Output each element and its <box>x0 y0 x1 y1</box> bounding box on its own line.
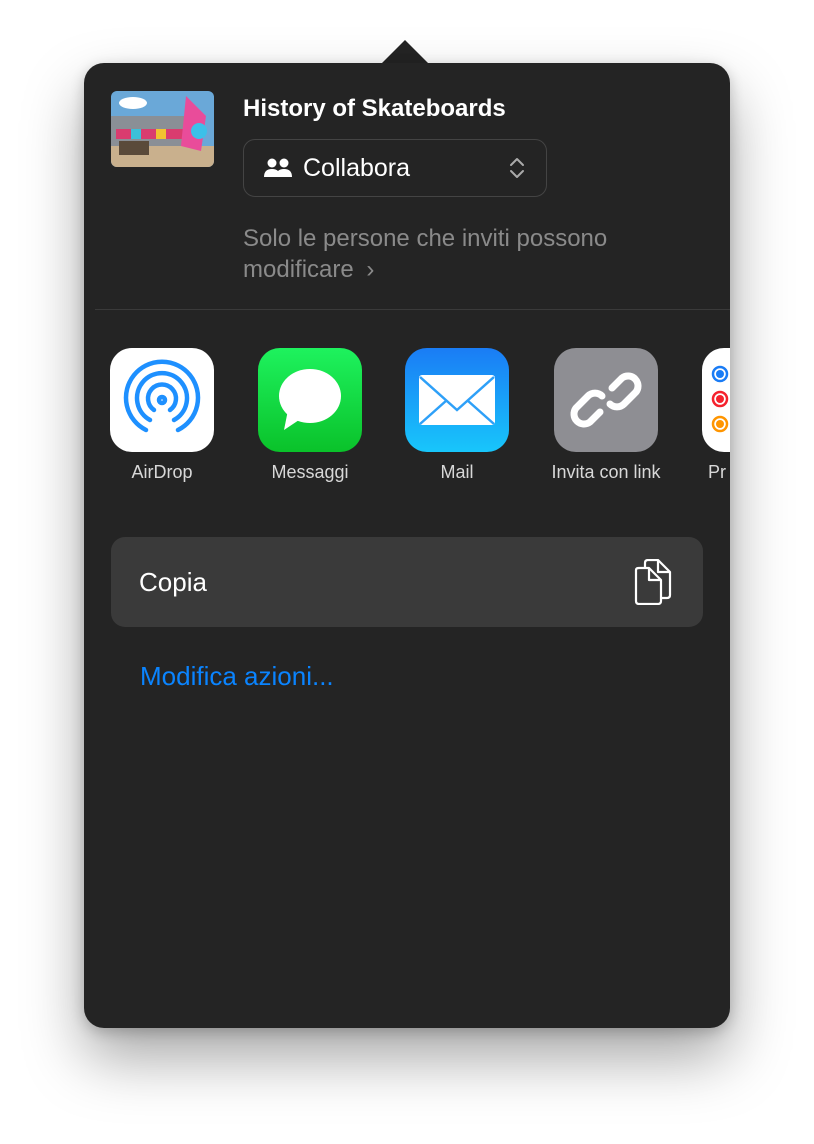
reminders-icon <box>702 348 730 452</box>
dropdown-value: Collabora <box>303 154 411 182</box>
app-label: Mail <box>440 462 474 482</box>
people-icon <box>264 158 292 177</box>
permission-link[interactable]: Solo le persone che inviti possono modif… <box>243 223 683 285</box>
permission-text: Solo le persone che inviti possono modif… <box>243 225 608 283</box>
app-label: Invita con link <box>551 462 661 482</box>
app-messages[interactable]: Messaggi <box>258 348 362 483</box>
document-thumbnail <box>111 91 214 167</box>
copy-button[interactable]: Copia <box>111 537 703 627</box>
document-title: History of Skateboards <box>243 95 506 122</box>
app-label: Messaggi <box>271 462 349 482</box>
edit-actions-link[interactable]: Modifica azioni... <box>140 661 334 692</box>
app-airdrop[interactable]: AirDrop <box>110 348 214 483</box>
share-popover: History of Skateboards Collabora Solo le… <box>84 63 730 1028</box>
divider <box>95 309 730 310</box>
app-mail[interactable]: Mail <box>405 348 509 483</box>
app-label: Pr <box>708 462 726 482</box>
popover-arrow <box>381 40 429 64</box>
copy-label: Copia <box>139 567 207 597</box>
link-icon <box>554 348 658 452</box>
messages-icon <box>258 348 362 452</box>
airdrop-icon <box>110 348 214 452</box>
chevron-right-icon: › <box>366 256 375 283</box>
app-label: AirDrop <box>131 462 193 482</box>
mail-icon <box>405 348 509 452</box>
app-invite-link[interactable]: Invita con link <box>551 348 661 483</box>
chevron-up-down-icon <box>510 158 524 178</box>
collaboration-mode-dropdown[interactable]: Collabora <box>243 139 547 197</box>
copy-documents-icon <box>634 559 672 605</box>
app-reminders[interactable]: Pr <box>702 348 730 483</box>
